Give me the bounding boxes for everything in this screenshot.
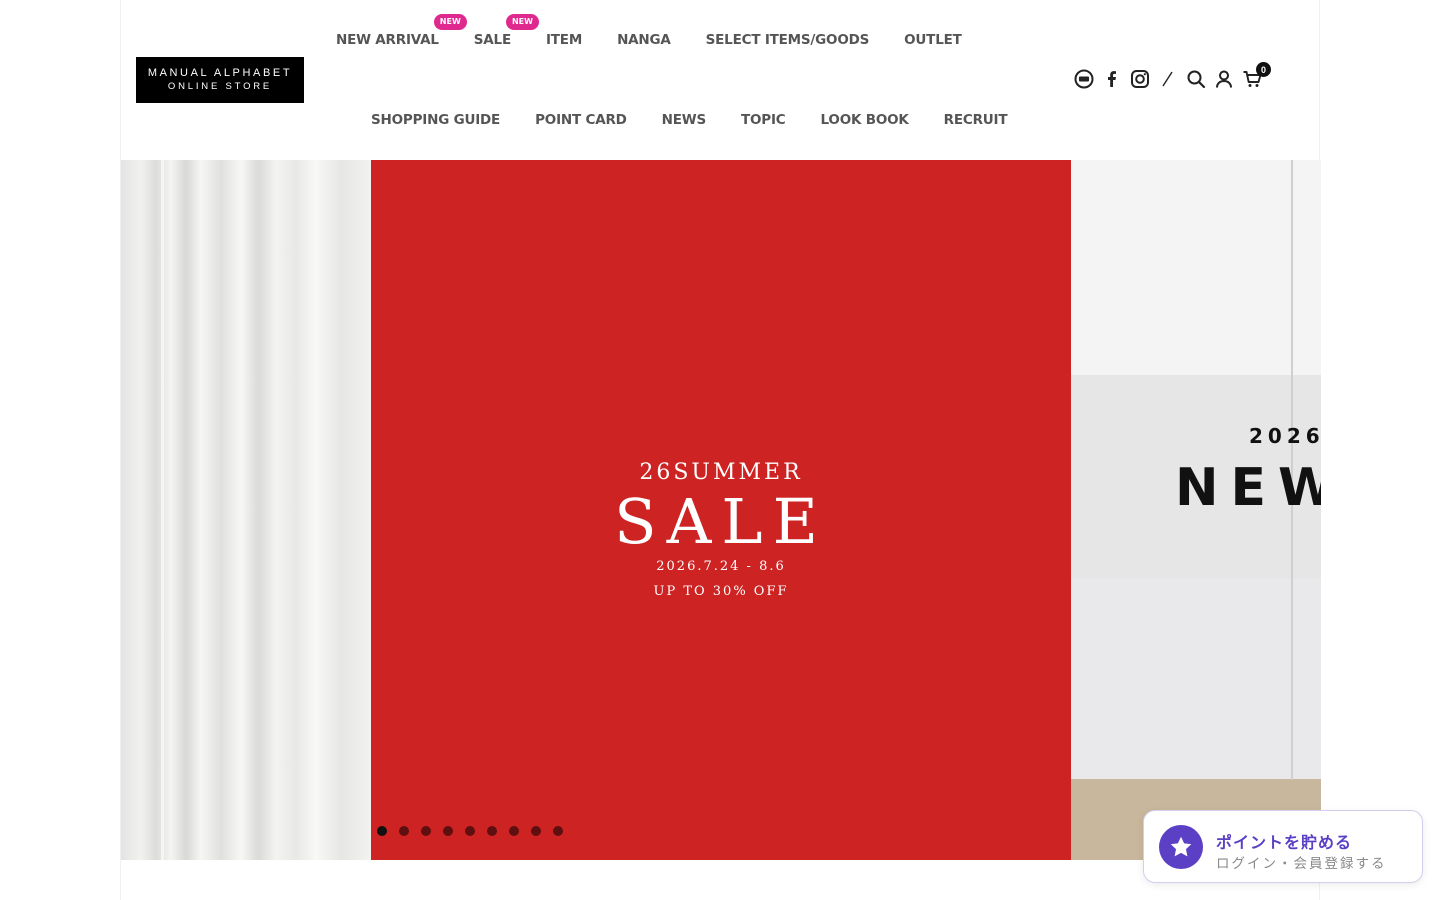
nav-shopping-guide[interactable]: SHOPPING GUIDE [371, 110, 500, 130]
slide-wall [1071, 160, 1321, 375]
nav-look-book[interactable]: LOOK BOOK [821, 110, 909, 130]
site-header: MANUAL ALPHABET ONLINE STORE NEW ARRIVAL… [121, 0, 1321, 160]
slider-dot[interactable] [553, 826, 563, 836]
nav-select-items[interactable]: SELECT ITEMS/GOODS [706, 30, 870, 50]
nav-outlet[interactable]: OUTLET [904, 30, 962, 50]
new-slide-headline: NEW [1175, 458, 1321, 518]
search-icon[interactable] [1185, 68, 1207, 90]
nav-label: NEW ARRIVAL [336, 32, 439, 48]
store-logo[interactable]: MANUAL ALPHABET ONLINE STORE [136, 57, 304, 103]
page-container: MANUAL ALPHABET ONLINE STORE NEW ARRIVAL… [120, 0, 1321, 900]
slide-summer-sale[interactable]: 26SUMMER SALE 2026.7.24 - 8.6 UP TO 30% … [371, 160, 1071, 860]
secondary-nav: SHOPPING GUIDE POINT CARD NEWS TOPIC LOO… [371, 110, 1042, 130]
nav-recruit[interactable]: RECRUIT [944, 110, 1008, 130]
header-icons: 0 [1073, 62, 1271, 90]
nav-news[interactable]: NEWS [662, 110, 707, 130]
sale-dates: 2026.7.24 - 8.6 [656, 559, 786, 574]
cart-count-badge: 0 [1256, 62, 1271, 77]
nav-sale[interactable]: SALE NEW [473, 14, 539, 50]
slider-dot[interactable] [399, 826, 409, 836]
cart-icon[interactable]: 0 [1241, 62, 1271, 90]
nav-item[interactable]: ITEM [546, 30, 582, 50]
curtain-light [161, 160, 164, 860]
divider-slash [1157, 68, 1179, 90]
sale-season-title: 26SUMMER [639, 460, 803, 485]
points-widget[interactable]: ポイントを貯める ログイン・会員登録する [1143, 810, 1423, 883]
primary-nav: NEW ARRIVAL NEW SALE NEW ITEM NANGA SELE… [336, 14, 997, 50]
sale-headline: SALE [614, 485, 828, 558]
nav-label: SALE [473, 32, 511, 48]
facebook-icon[interactable] [1101, 68, 1123, 90]
slider-dot[interactable] [509, 826, 519, 836]
slide-curtain-image [121, 160, 371, 860]
new-slide-year: 2026 [1249, 424, 1321, 448]
slider-pagination [377, 826, 575, 836]
slider-dot[interactable] [487, 826, 497, 836]
points-subtitle: ログイン・会員登録する [1216, 856, 1387, 872]
slider-dot[interactable] [531, 826, 541, 836]
account-icon[interactable] [1213, 68, 1235, 90]
nav-new-arrival[interactable]: NEW ARRIVAL NEW [336, 14, 467, 50]
sale-offer: UP TO 30% OFF [653, 584, 789, 599]
star-icon [1159, 825, 1203, 869]
nav-point-card[interactable]: POINT CARD [535, 110, 627, 130]
new-badge: NEW [433, 14, 467, 30]
nav-nanga[interactable]: NANGA [617, 30, 671, 50]
slide-new-arrival[interactable]: 2026 NEW [1071, 160, 1321, 860]
logo-line2: ONLINE STORE [167, 81, 273, 92]
new-badge: NEW [505, 14, 539, 30]
points-title: ポイントを貯める [1216, 833, 1353, 852]
nav-topic[interactable]: TOPIC [741, 110, 786, 130]
slider-dot[interactable] [377, 826, 387, 836]
hero-slider[interactable]: 26SUMMER SALE 2026.7.24 - 8.6 UP TO 30% … [121, 160, 1321, 860]
slider-dot[interactable] [421, 826, 431, 836]
slider-dot[interactable] [465, 826, 475, 836]
logo-line1: MANUAL ALPHABET [147, 67, 293, 79]
slide-wall-lower [1071, 579, 1321, 779]
instagram-icon[interactable] [1129, 68, 1151, 90]
line-icon[interactable] [1073, 68, 1095, 90]
slider-dot[interactable] [443, 826, 453, 836]
